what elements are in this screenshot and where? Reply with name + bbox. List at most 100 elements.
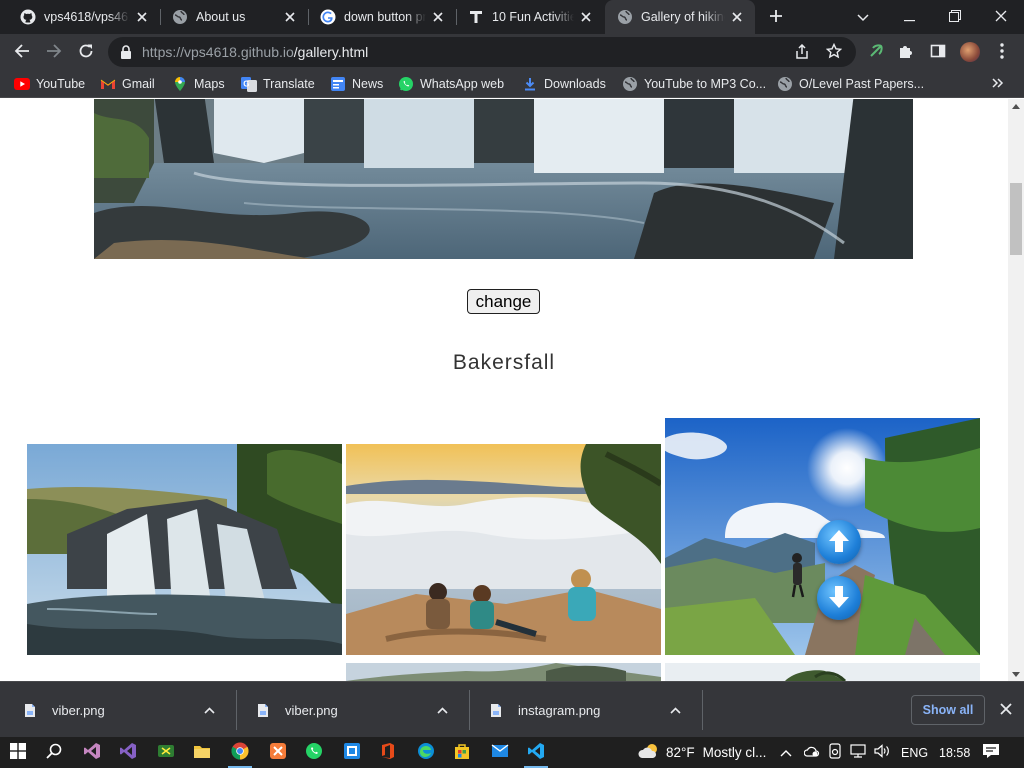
extensions-button[interactable] <box>892 38 920 66</box>
arrow-up-icon <box>827 528 851 557</box>
back-button[interactable] <box>8 38 36 66</box>
tab-fun-activities[interactable]: 10 Fun Activities <box>456 0 604 34</box>
tab-title: vps4618/vps4618.github.io <box>44 10 130 24</box>
url-path: /gallery.html <box>293 44 369 60</box>
taskbar-chrome[interactable] <box>222 737 258 768</box>
page-scrollbar[interactable] <box>1008 99 1024 681</box>
taskbar-store[interactable] <box>444 737 480 768</box>
close-icon[interactable] <box>729 9 745 25</box>
start-button[interactable] <box>0 737 36 768</box>
taskbar-file-explorer[interactable] <box>184 737 220 768</box>
puzzle-icon <box>898 43 914 62</box>
translate-icon: G <box>241 76 257 92</box>
address-bar[interactable]: https://vps4618.github.io/gallery.html <box>108 37 856 67</box>
tray-language[interactable]: ENG <box>901 737 928 768</box>
taskbar-vscode[interactable] <box>518 737 554 768</box>
tray-cloud-sync[interactable] <box>803 737 820 768</box>
star-icon[interactable] <box>825 42 843 62</box>
tray-volume[interactable] <box>874 737 890 768</box>
gallery-image-clouds[interactable] <box>346 444 661 655</box>
minimize-icon <box>903 10 915 25</box>
plus-icon <box>769 9 783 26</box>
change-button[interactable]: change <box>467 289 540 314</box>
close-icon[interactable] <box>282 9 298 25</box>
close-window-button[interactable] <box>978 0 1024 34</box>
close-icon[interactable] <box>578 9 594 25</box>
scroll-down-button[interactable] <box>817 576 861 620</box>
chevron-down-icon <box>857 10 869 25</box>
tray-device[interactable] <box>828 737 842 768</box>
minimize-button[interactable] <box>886 0 932 34</box>
bookmark-downloads[interactable]: Downloads <box>522 70 606 98</box>
vscode-icon <box>527 742 545 763</box>
taskbar-snipping-tool[interactable] <box>148 737 184 768</box>
taskbar-mail[interactable] <box>482 737 518 768</box>
bookmark-youtube[interactable]: YouTube <box>14 70 85 98</box>
weather-condition: Mostly cl... <box>702 745 767 760</box>
restore-button[interactable] <box>932 0 978 34</box>
bookmark-youtube-mp3[interactable]: YouTube to MP3 Co... <box>622 70 766 98</box>
scroll-up-button[interactable] <box>817 520 861 564</box>
download-item[interactable]: instagram.png <box>488 682 600 738</box>
gallery-image-hiker[interactable] <box>665 418 980 655</box>
taskbar-app-blue[interactable] <box>334 737 370 768</box>
google-icon <box>320 9 336 25</box>
gallery-image-waterfall[interactable] <box>27 444 342 655</box>
side-panel-button[interactable] <box>924 38 952 66</box>
taskbar-office[interactable] <box>370 737 406 768</box>
download-item[interactable]: viber.png <box>255 682 338 738</box>
download-item[interactable]: viber.png <box>22 682 105 738</box>
gallery-image-mountains[interactable] <box>346 663 661 681</box>
notification-center-button[interactable] <box>982 737 1000 768</box>
gallery-image-trees[interactable] <box>665 663 980 681</box>
download-shelf: viber.png viber.png instagram.png Show a… <box>0 681 1024 737</box>
bookmark-label: Gmail <box>122 77 155 91</box>
reload-button[interactable] <box>72 38 100 66</box>
bookmark-olevel-papers[interactable]: O/Level Past Papers... <box>777 70 924 98</box>
taskbar-app-orange[interactable] <box>260 737 296 768</box>
new-tab-button[interactable] <box>754 0 798 34</box>
close-icon[interactable] <box>430 9 446 25</box>
bookmark-gmail[interactable]: Gmail <box>100 70 155 98</box>
forward-button[interactable] <box>40 38 68 66</box>
bookmark-whatsapp[interactable]: WhatsApp web <box>398 70 504 98</box>
scrollbar-up-arrow[interactable] <box>1008 99 1024 113</box>
profile-avatar[interactable] <box>960 42 980 62</box>
chevron-up-icon[interactable] <box>204 682 215 738</box>
menu-button[interactable] <box>988 38 1016 66</box>
tab-search-button[interactable] <box>840 0 886 34</box>
download-filename: instagram.png <box>518 702 601 718</box>
taskbar-edge[interactable] <box>408 737 444 768</box>
bookmark-translate[interactable]: G Translate <box>241 70 315 98</box>
close-shelf-button[interactable] <box>996 700 1016 720</box>
extension-button[interactable] <box>862 38 890 66</box>
tray-clock[interactable]: 18:58 <box>939 737 970 768</box>
tray-network[interactable] <box>850 737 866 768</box>
more-bookmarks-button[interactable] <box>992 70 1004 98</box>
scrollbar-down-arrow[interactable] <box>1008 667 1024 681</box>
scrollbar-thumb[interactable] <box>1010 183 1022 255</box>
tab-google-search[interactable]: down button png - Google Search <box>308 0 456 34</box>
weather-widget[interactable]: 82°F Mostly cl... <box>638 737 766 768</box>
whatsapp-icon <box>305 742 323 763</box>
search-button[interactable] <box>36 737 72 768</box>
show-all-button[interactable]: Show all <box>911 695 985 725</box>
close-icon[interactable] <box>134 9 150 25</box>
bookmark-label: Translate <box>263 77 315 91</box>
whatsapp-icon <box>398 76 414 92</box>
tab-title: Gallery of hiking <box>641 10 725 24</box>
tab-gallery[interactable]: Gallery of hiking <box>605 0 755 34</box>
taskbar-visual-studio-preview[interactable] <box>74 737 110 768</box>
tray-overflow-button[interactable] <box>780 737 792 768</box>
chevron-up-icon[interactable] <box>437 682 448 738</box>
bookmark-news[interactable]: News <box>330 70 383 98</box>
bookmark-maps[interactable]: Maps <box>172 70 225 98</box>
taskbar-visual-studio[interactable] <box>110 737 146 768</box>
chevron-up-icon[interactable] <box>670 682 681 738</box>
tab-github[interactable]: vps4618/vps4618.github.io <box>8 0 160 34</box>
taskbar-whatsapp[interactable] <box>296 737 332 768</box>
tab-about-us[interactable]: About us <box>160 0 308 34</box>
language-indicator: ENG <box>901 745 929 760</box>
weather-cloud-icon <box>638 743 660 762</box>
share-icon[interactable] <box>794 43 810 63</box>
